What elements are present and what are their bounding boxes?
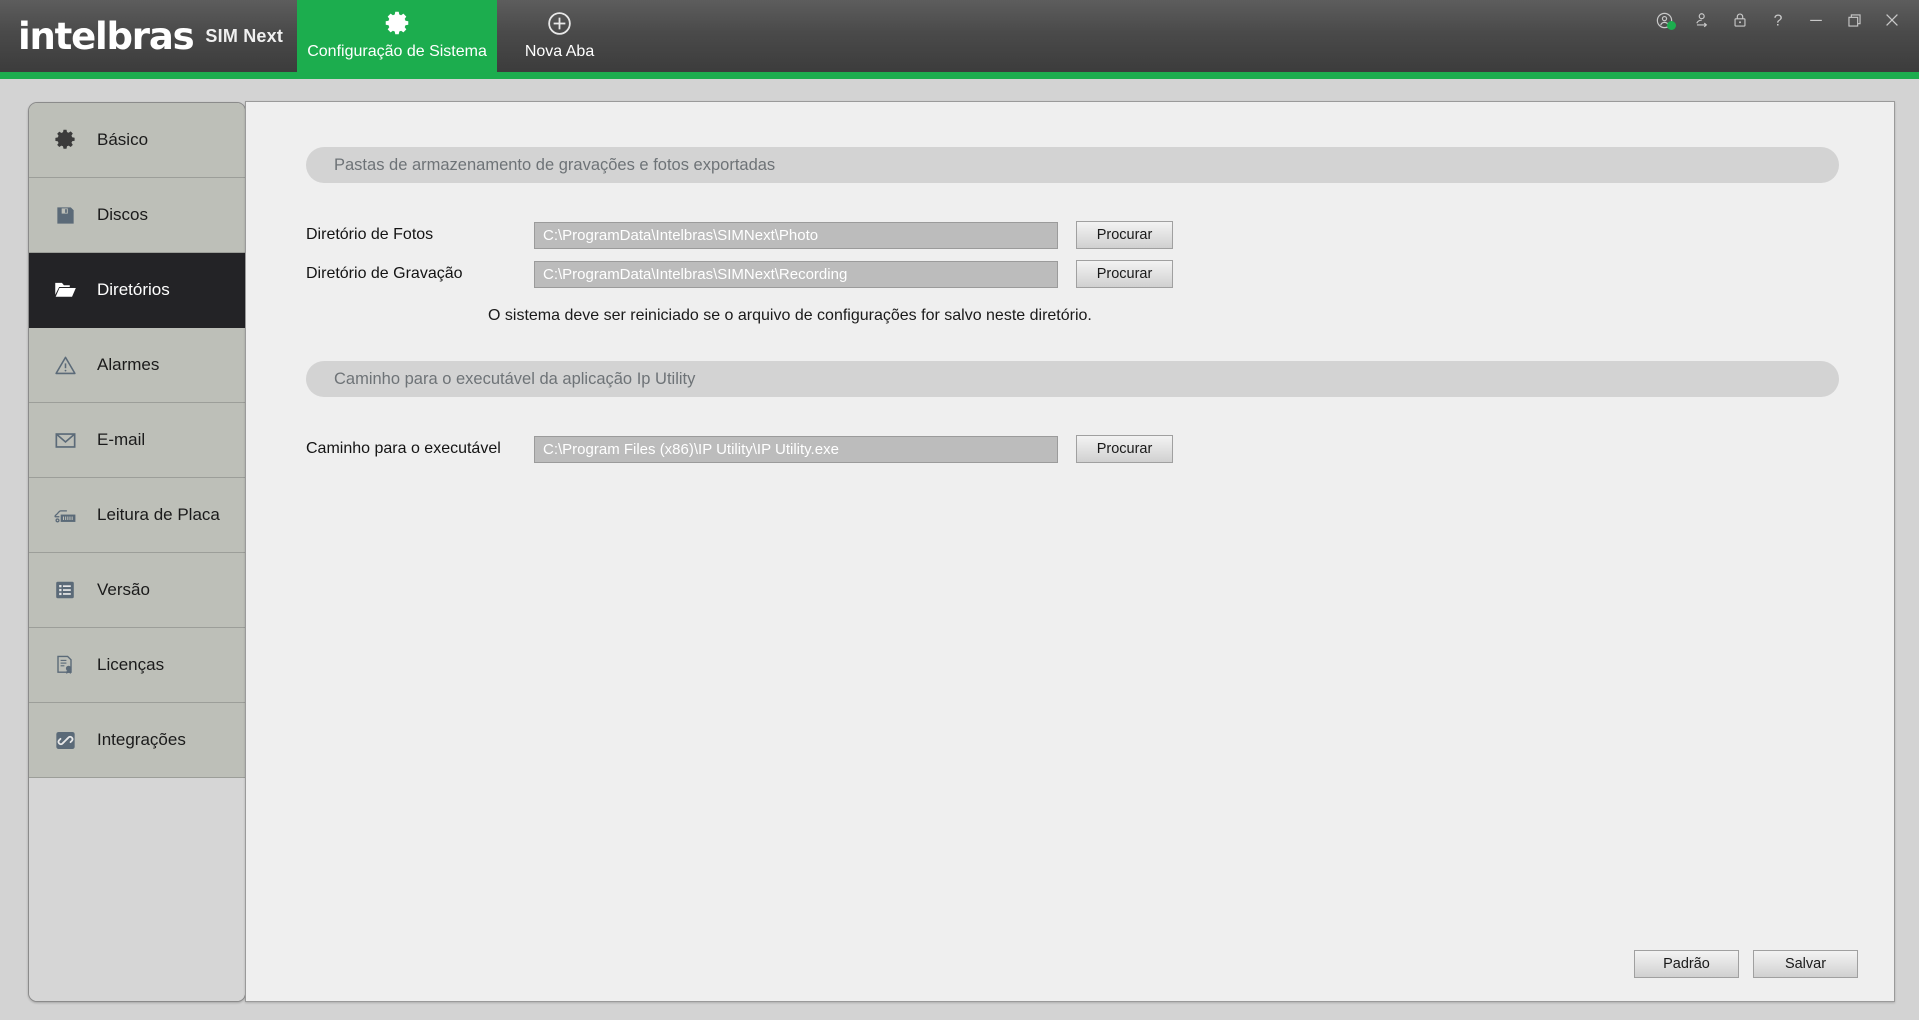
brand-area: intelbras SIM Next bbox=[0, 0, 297, 72]
floppy-icon bbox=[52, 202, 78, 228]
sidebar-item-diretorios[interactable]: Diretórios bbox=[29, 253, 245, 328]
sidebar-item-label: Versão bbox=[97, 580, 150, 599]
sidebar-item-leitura-de-placa[interactable]: Leitura de Placa bbox=[29, 478, 245, 553]
switch-user-button[interactable] bbox=[1685, 5, 1719, 35]
sidebar-item-discos[interactable]: Discos bbox=[29, 178, 245, 253]
titlebar-spacer bbox=[622, 0, 1647, 72]
sidebar-item-label: Discos bbox=[97, 205, 149, 224]
save-button[interactable]: Salvar bbox=[1753, 950, 1858, 978]
brand-accent-rule bbox=[0, 72, 1919, 79]
field-row-recording-directory: Diretório de Gravação C:\ProgramData\Int… bbox=[306, 260, 1839, 288]
settings-sidebar: Básico Discos Diretórios Alarmes E-mail … bbox=[28, 102, 246, 1002]
content-inner: Pastas de armazenamento de gravações e f… bbox=[246, 102, 1894, 463]
sidebar-item-label: Licenças bbox=[97, 655, 165, 674]
sidebar-item-label: Básico bbox=[97, 130, 149, 149]
sidebar-item-label: Alarmes bbox=[97, 355, 160, 374]
svg-text:?: ? bbox=[1774, 12, 1783, 29]
settings-content-panel: Pastas de armazenamento de gravações e f… bbox=[245, 101, 1895, 1002]
recording-directory-label: Diretório de Gravação bbox=[306, 265, 463, 282]
sidebar-item-label: Leitura de Placa bbox=[97, 505, 220, 524]
sidebar-item-versao[interactable]: Versão bbox=[29, 553, 245, 628]
minimize-button[interactable] bbox=[1799, 5, 1833, 35]
restore-button[interactable] bbox=[1837, 5, 1871, 35]
car-plate-icon bbox=[52, 502, 78, 528]
section-header-storage-label: Pastas de armazenamento de gravações e f… bbox=[334, 155, 776, 174]
title-bar: intelbras SIM Next Configuração de Siste… bbox=[0, 0, 1919, 72]
user-status-button[interactable] bbox=[1647, 5, 1681, 35]
sidebar-item-label: E-mail bbox=[97, 430, 146, 449]
list-icon bbox=[52, 577, 78, 603]
recording-directory-input[interactable]: C:\ProgramData\Intelbras\SIMNext\Recordi… bbox=[534, 260, 1058, 288]
recording-directory-browse-button[interactable]: Procurar bbox=[1076, 260, 1173, 288]
executable-path-browse-button[interactable]: Procurar bbox=[1076, 435, 1173, 463]
executable-path-input[interactable]: C:\Program Files (x86)\IP Utility\IP Uti… bbox=[534, 435, 1058, 463]
certificate-icon bbox=[52, 652, 78, 678]
photo-directory-input[interactable]: C:\ProgramData\Intelbras\SIMNext\Photo bbox=[534, 221, 1058, 249]
form-actions: Padrão Salvar bbox=[1634, 950, 1858, 978]
restart-note: O sistema deve ser reiniciado se o arqui… bbox=[488, 307, 1092, 324]
lock-button[interactable] bbox=[1723, 5, 1757, 35]
product-name: SIM Next bbox=[205, 25, 284, 46]
window-controls: ? bbox=[1647, 0, 1919, 72]
sidebar-item-integracoes[interactable]: Integrações bbox=[29, 703, 245, 778]
gear-icon bbox=[384, 4, 410, 42]
field-row-photo-directory: Diretório de Fotos C:\ProgramData\Intelb… bbox=[306, 221, 1839, 249]
tab-label: Nova Aba bbox=[524, 43, 595, 60]
online-status-dot bbox=[1667, 21, 1676, 30]
section-header-executable-label: Caminho para o executável da aplicação I… bbox=[334, 369, 696, 388]
close-button[interactable] bbox=[1875, 5, 1909, 35]
tab-configuracao-de-sistema[interactable]: Configuração de Sistema bbox=[297, 0, 498, 72]
gear-icon bbox=[52, 127, 78, 153]
plus-circle-icon bbox=[546, 4, 573, 42]
default-button[interactable]: Padrão bbox=[1634, 950, 1739, 978]
help-button[interactable]: ? bbox=[1761, 5, 1795, 35]
sidebar-item-alarmes[interactable]: Alarmes bbox=[29, 328, 245, 403]
sidebar-item-email[interactable]: E-mail bbox=[29, 403, 245, 478]
tab-label: Configuração de Sistema bbox=[307, 43, 487, 60]
sidebar-empty-space bbox=[29, 778, 245, 1001]
warning-icon bbox=[52, 352, 78, 378]
sidebar-item-label: Integrações bbox=[97, 730, 186, 749]
link-icon bbox=[52, 727, 78, 753]
intelbras-logo: intelbras bbox=[18, 14, 195, 58]
section-header-executable: Caminho para o executável da aplicação I… bbox=[306, 361, 1839, 397]
field-row-executable-path: Caminho para o executável C:\Program Fil… bbox=[306, 435, 1839, 463]
folder-icon bbox=[52, 277, 78, 303]
sidebar-item-label: Diretórios bbox=[97, 280, 170, 299]
tab-nova-aba[interactable]: Nova Aba bbox=[497, 0, 623, 72]
tab-strip: Configuração de Sistema Nova Aba bbox=[297, 0, 623, 72]
sidebar-item-licencas[interactable]: Licenças bbox=[29, 628, 245, 703]
section-header-storage: Pastas de armazenamento de gravações e f… bbox=[306, 147, 1839, 183]
sidebar-item-basico[interactable]: Básico bbox=[29, 103, 245, 178]
page-body: Básico Discos Diretórios Alarmes E-mail … bbox=[0, 79, 1919, 1020]
photo-directory-label: Diretório de Fotos bbox=[306, 226, 434, 243]
executable-path-label: Caminho para o executável bbox=[306, 440, 501, 457]
photo-directory-browse-button[interactable]: Procurar bbox=[1076, 221, 1173, 249]
envelope-icon bbox=[52, 427, 78, 453]
